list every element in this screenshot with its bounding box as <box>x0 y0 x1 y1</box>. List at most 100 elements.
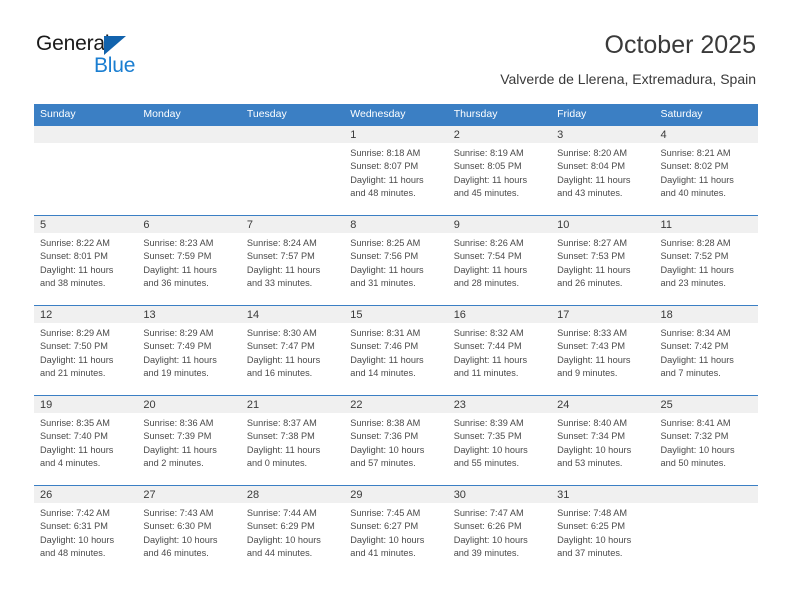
calendar-day-cell[interactable]: 5 Sunrise: 8:22 AM Sunset: 8:01 PM Dayli… <box>34 215 138 306</box>
brand-name-blue: Blue <box>94 54 136 77</box>
brand-logo[interactable]: General Blue <box>36 32 236 84</box>
calendar-day-cell[interactable]: 4 Sunrise: 8:21 AM Sunset: 8:02 PM Dayli… <box>654 126 758 216</box>
calendar-day-cell[interactable]: 19 Sunrise: 8:35 AM Sunset: 7:40 PM Dayl… <box>34 395 138 486</box>
daylight-text-line2: and 31 minutes. <box>350 278 416 289</box>
daylight-text-line2: and 9 minutes. <box>557 368 618 379</box>
day-details <box>137 143 240 147</box>
day-details: Sunrise: 8:26 AM Sunset: 7:54 PM Dayligh… <box>448 233 551 291</box>
sunset-text: Sunset: 7:32 PM <box>660 431 729 442</box>
daylight-text-line2: and 21 minutes. <box>40 368 106 379</box>
calendar-day-cell[interactable]: 8 Sunrise: 8:25 AM Sunset: 7:56 PM Dayli… <box>344 215 448 306</box>
day-details: Sunrise: 8:39 AM Sunset: 7:35 PM Dayligh… <box>448 413 551 471</box>
calendar-day-cell[interactable]: 12 Sunrise: 8:29 AM Sunset: 7:50 PM Dayl… <box>34 305 138 396</box>
calendar-day-cell[interactable]: 31 Sunrise: 7:48 AM Sunset: 6:25 PM Dayl… <box>551 485 655 575</box>
calendar-day-cell[interactable]: 7 Sunrise: 8:24 AM Sunset: 7:57 PM Dayli… <box>240 215 345 306</box>
day-details: Sunrise: 8:25 AM Sunset: 7:56 PM Dayligh… <box>344 233 447 291</box>
calendar-day-cell[interactable]: 30 Sunrise: 7:47 AM Sunset: 6:26 PM Dayl… <box>447 485 552 575</box>
calendar-day-cell[interactable] <box>137 126 241 216</box>
day-details: Sunrise: 8:28 AM Sunset: 7:52 PM Dayligh… <box>655 233 758 291</box>
calendar-day-cell[interactable]: 9 Sunrise: 8:26 AM Sunset: 7:54 PM Dayli… <box>447 215 552 306</box>
day-details <box>241 143 344 147</box>
daylight-text-line1: Daylight: 10 hours <box>246 534 321 545</box>
calendar-day-cell[interactable]: 18 Sunrise: 8:34 AM Sunset: 7:42 PM Dayl… <box>654 305 758 396</box>
calendar-day-cell[interactable]: 21 Sunrise: 8:37 AM Sunset: 7:38 PM Dayl… <box>240 395 345 486</box>
calendar-day-cell[interactable]: 28 Sunrise: 7:44 AM Sunset: 6:29 PM Dayl… <box>240 485 345 575</box>
day-number: 19 <box>34 396 138 413</box>
calendar-day-cell[interactable] <box>34 126 138 216</box>
sunset-text: Sunset: 7:38 PM <box>246 431 315 442</box>
day-number: 17 <box>551 306 655 323</box>
sunset-text: Sunset: 7:53 PM <box>557 251 626 262</box>
calendar-day-cell[interactable] <box>240 126 345 216</box>
calendar-day-cell[interactable]: 10 Sunrise: 8:27 AM Sunset: 7:53 PM Dayl… <box>551 215 655 306</box>
day-number: 5 <box>34 216 138 233</box>
day-details <box>34 143 137 147</box>
calendar-day-cell[interactable]: 26 Sunrise: 7:42 AM Sunset: 6:31 PM Dayl… <box>34 485 138 575</box>
day-number: 1 <box>344 126 448 143</box>
calendar-day-cell[interactable]: 16 Sunrise: 8:32 AM Sunset: 7:44 PM Dayl… <box>447 305 552 396</box>
daylight-text-line1: Daylight: 11 hours <box>660 174 734 185</box>
day-details: Sunrise: 8:22 AM Sunset: 8:01 PM Dayligh… <box>34 233 137 291</box>
daylight-text-line1: Daylight: 11 hours <box>40 444 114 455</box>
sunrise-text: Sunrise: 8:28 AM <box>660 238 731 248</box>
sunset-text: Sunset: 6:26 PM <box>453 521 522 532</box>
calendar-week-row: 5 Sunrise: 8:22 AM Sunset: 8:01 PM Dayli… <box>34 215 758 306</box>
sunrise-text: Sunrise: 8:27 AM <box>557 238 628 248</box>
calendar-day-cell[interactable]: 23 Sunrise: 8:39 AM Sunset: 7:35 PM Dayl… <box>447 395 552 486</box>
calendar-day-cell[interactable]: 13 Sunrise: 8:29 AM Sunset: 7:49 PM Dayl… <box>137 305 241 396</box>
day-number: 6 <box>137 216 241 233</box>
daylight-text-line1: Daylight: 10 hours <box>453 444 528 455</box>
day-details: Sunrise: 8:33 AM Sunset: 7:43 PM Dayligh… <box>551 323 654 381</box>
sunrise-text: Sunrise: 8:40 AM <box>557 418 628 428</box>
day-details <box>655 503 758 507</box>
page-subtitle: Valverde de Llerena, Extremadura, Spain <box>500 71 756 87</box>
sunrise-text: Sunrise: 8:20 AM <box>557 148 628 158</box>
day-details: Sunrise: 7:44 AM Sunset: 6:29 PM Dayligh… <box>241 503 344 561</box>
day-number <box>34 126 138 143</box>
sunset-text: Sunset: 8:01 PM <box>40 251 108 262</box>
daylight-text-line2: and 45 minutes. <box>453 188 520 199</box>
daylight-text-line1: Daylight: 11 hours <box>557 174 631 185</box>
sunrise-text: Sunrise: 7:43 AM <box>143 508 214 518</box>
day-number: 18 <box>654 306 758 323</box>
calendar-day-cell[interactable]: 3 Sunrise: 8:20 AM Sunset: 8:04 PM Dayli… <box>551 126 655 216</box>
weekday-header-wednesday: Wednesday <box>344 104 448 126</box>
weekday-header-tuesday: Tuesday <box>240 104 345 126</box>
day-number: 23 <box>447 396 552 413</box>
calendar-day-cell[interactable]: 29 Sunrise: 7:45 AM Sunset: 6:27 PM Dayl… <box>344 485 448 575</box>
day-details: Sunrise: 7:47 AM Sunset: 6:26 PM Dayligh… <box>448 503 551 561</box>
calendar-day-cell[interactable]: 20 Sunrise: 8:36 AM Sunset: 7:39 PM Dayl… <box>137 395 241 486</box>
daylight-text-line1: Daylight: 10 hours <box>40 534 115 545</box>
sunset-text: Sunset: 7:34 PM <box>557 431 626 442</box>
calendar-day-cell[interactable]: 11 Sunrise: 8:28 AM Sunset: 7:52 PM Dayl… <box>654 215 758 306</box>
daylight-text-line1: Daylight: 11 hours <box>246 444 321 455</box>
page-header: General Blue October 2025 Valverde de Ll… <box>0 0 792 100</box>
sunset-text: Sunset: 6:27 PM <box>350 521 419 532</box>
calendar-day-cell[interactable]: 25 Sunrise: 8:41 AM Sunset: 7:32 PM Dayl… <box>654 395 758 486</box>
calendar-day-cell[interactable]: 6 Sunrise: 8:23 AM Sunset: 7:59 PM Dayli… <box>137 215 241 306</box>
sunrise-text: Sunrise: 8:18 AM <box>350 148 421 158</box>
day-number: 16 <box>447 306 552 323</box>
day-number: 13 <box>137 306 241 323</box>
sunrise-text: Sunrise: 8:37 AM <box>246 418 317 428</box>
calendar-day-cell[interactable]: 22 Sunrise: 8:38 AM Sunset: 7:36 PM Dayl… <box>344 395 448 486</box>
daylight-text-line1: Daylight: 11 hours <box>246 354 321 365</box>
calendar-day-cell[interactable]: 24 Sunrise: 8:40 AM Sunset: 7:34 PM Dayl… <box>551 395 655 486</box>
calendar-day-cell[interactable]: 27 Sunrise: 7:43 AM Sunset: 6:30 PM Dayl… <box>137 485 241 575</box>
day-number: 30 <box>447 486 552 503</box>
calendar-day-cell[interactable]: 14 Sunrise: 8:30 AM Sunset: 7:47 PM Dayl… <box>240 305 345 396</box>
calendar-day-cell[interactable]: 15 Sunrise: 8:31 AM Sunset: 7:46 PM Dayl… <box>344 305 448 396</box>
day-number: 21 <box>240 396 345 413</box>
sunrise-text: Sunrise: 8:35 AM <box>40 418 110 428</box>
daylight-text-line2: and 43 minutes. <box>557 188 623 199</box>
calendar-week-row: 19 Sunrise: 8:35 AM Sunset: 7:40 PM Dayl… <box>34 395 758 486</box>
calendar-day-cell[interactable]: 2 Sunrise: 8:19 AM Sunset: 8:05 PM Dayli… <box>447 126 552 216</box>
daylight-text-line2: and 7 minutes. <box>660 368 721 379</box>
calendar-day-cell[interactable]: 17 Sunrise: 8:33 AM Sunset: 7:43 PM Dayl… <box>551 305 655 396</box>
calendar-day-cell[interactable] <box>654 485 758 575</box>
day-number <box>137 126 241 143</box>
daylight-text-line1: Daylight: 11 hours <box>350 264 424 275</box>
daylight-text-line1: Daylight: 10 hours <box>453 534 528 545</box>
calendar-day-cell[interactable]: 1 Sunrise: 8:18 AM Sunset: 8:07 PM Dayli… <box>344 126 448 216</box>
sunset-text: Sunset: 7:57 PM <box>246 251 315 262</box>
